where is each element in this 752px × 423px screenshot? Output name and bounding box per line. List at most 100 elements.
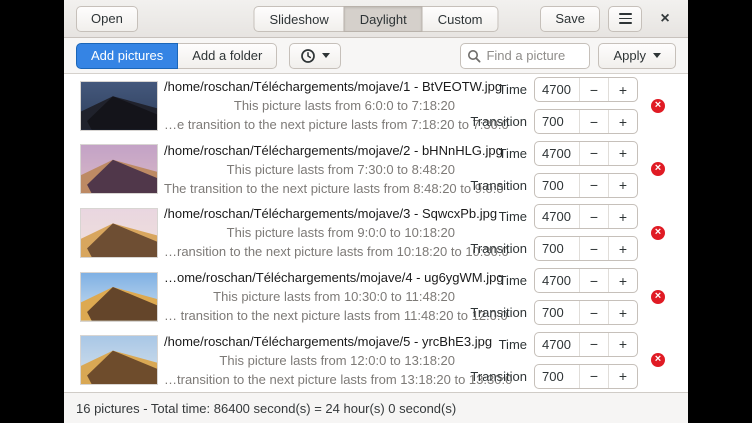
time-spinbutton: 4700 − +	[534, 141, 638, 166]
add-pictures-button[interactable]: Add pictures	[76, 43, 178, 69]
picture-duration-text: This picture lasts from 12:0:0 to 13:18:…	[164, 351, 455, 370]
picture-path: …ome/roschan/Téléchargements/mojave/4 - …	[164, 268, 455, 287]
picture-path: /home/roschan/Téléchargements/mojave/5 -…	[164, 332, 455, 351]
open-button[interactable]: Open	[76, 6, 138, 32]
decrease-button[interactable]: −	[579, 174, 608, 197]
delete-picture-button[interactable]: ×	[651, 290, 665, 304]
picture-path: /home/roschan/Téléchargements/mojave/1 -…	[164, 77, 455, 96]
add-folder-button[interactable]: Add a folder	[178, 43, 277, 69]
picture-duration-text: This picture lasts from 7:30:0 to 8:48:2…	[164, 160, 455, 179]
picture-transition-text: …e transition to the next picture lasts …	[164, 115, 455, 134]
picture-row: /home/roschan/Téléchargements/mojave/2 -…	[64, 138, 688, 202]
time-spinbutton: 4700 − +	[534, 332, 638, 357]
add-buttons-group: Add pictures Add a folder	[76, 43, 277, 69]
picture-list: /home/roschan/Téléchargements/mojave/1 -…	[64, 74, 688, 392]
time-spinbutton: 4700 − +	[534, 268, 638, 293]
header-bar: Open Slideshow Daylight Custom Save ×	[64, 0, 688, 38]
search-icon	[467, 49, 481, 63]
decrease-button[interactable]: −	[579, 110, 608, 133]
delete-picture-button[interactable]: ×	[651, 353, 665, 367]
time-value[interactable]: 4700	[535, 333, 579, 356]
increase-button[interactable]: +	[608, 78, 637, 101]
picture-thumbnail	[80, 208, 158, 258]
delete-picture-button[interactable]: ×	[651, 162, 665, 176]
delete-picture-button[interactable]: ×	[651, 226, 665, 240]
time-value[interactable]: 4700	[535, 269, 579, 292]
transition-label: Transition	[463, 178, 527, 193]
decrease-button[interactable]: −	[579, 333, 608, 356]
app-window: Open Slideshow Daylight Custom Save × Ad…	[64, 0, 688, 423]
decrease-button[interactable]: −	[579, 269, 608, 292]
time-value[interactable]: 4700	[535, 142, 579, 165]
time-label: Time	[463, 273, 527, 288]
tab-custom[interactable]: Custom	[423, 6, 499, 32]
picture-transition-text: The transition to the next picture lasts…	[164, 179, 455, 198]
apply-button[interactable]: Apply	[598, 43, 676, 69]
picture-thumbnail	[80, 272, 158, 322]
transition-spinbutton: 700 − +	[534, 236, 638, 261]
transition-label: Transition	[463, 305, 527, 320]
picture-row: …ome/roschan/Téléchargements/mojave/4 - …	[64, 265, 688, 329]
increase-button[interactable]: +	[608, 174, 637, 197]
time-value[interactable]: 4700	[535, 78, 579, 101]
transition-spinbutton: 700 − +	[534, 109, 638, 134]
status-text: 16 pictures - Total time: 86400 second(s…	[76, 401, 456, 416]
increase-button[interactable]: +	[608, 205, 637, 228]
transition-label: Transition	[463, 369, 527, 384]
picture-thumbnail	[80, 144, 158, 194]
toolbar: Add pictures Add a folder Apply	[64, 38, 688, 74]
transition-value[interactable]: 700	[535, 110, 579, 133]
increase-button[interactable]: +	[608, 333, 637, 356]
time-presets-button[interactable]	[289, 43, 341, 69]
decrease-button[interactable]: −	[579, 301, 608, 324]
decrease-button[interactable]: −	[579, 205, 608, 228]
time-spinbutton: 4700 − +	[534, 204, 638, 229]
picture-duration-text: This picture lasts from 10:30:0 to 11:48…	[164, 287, 455, 306]
picture-transition-text: … transition to the next picture lasts f…	[164, 306, 455, 325]
time-spinbutton: 4700 − +	[534, 77, 638, 102]
transition-value[interactable]: 700	[535, 174, 579, 197]
picture-duration-text: This picture lasts from 6:0:0 to 7:18:20	[164, 96, 455, 115]
decrease-button[interactable]: −	[579, 78, 608, 101]
increase-button[interactable]: +	[608, 269, 637, 292]
increase-button[interactable]: +	[608, 142, 637, 165]
search-input[interactable]	[486, 48, 583, 63]
time-label: Time	[463, 82, 527, 97]
chevron-down-icon	[322, 53, 330, 58]
increase-button[interactable]: +	[608, 237, 637, 260]
status-bar: 16 pictures - Total time: 86400 second(s…	[64, 392, 688, 423]
transition-spinbutton: 700 − +	[534, 173, 638, 198]
picture-transition-text: …ransition to the next picture lasts fro…	[164, 242, 455, 261]
search-box	[460, 43, 590, 69]
picture-row: /home/roschan/Téléchargements/mojave/1 -…	[64, 74, 688, 138]
increase-button[interactable]: +	[608, 110, 637, 133]
transition-value[interactable]: 700	[535, 301, 579, 324]
increase-button[interactable]: +	[608, 301, 637, 324]
mode-switcher: Slideshow Daylight Custom	[253, 6, 498, 32]
delete-picture-button[interactable]: ×	[651, 99, 665, 113]
time-label: Time	[463, 209, 527, 224]
tab-slideshow[interactable]: Slideshow	[253, 6, 343, 32]
hamburger-icon	[619, 13, 632, 15]
hamburger-menu-button[interactable]	[608, 6, 642, 32]
transition-label: Transition	[463, 114, 527, 129]
transition-label: Transition	[463, 241, 527, 256]
time-label: Time	[463, 337, 527, 352]
picture-thumbnail	[80, 335, 158, 385]
picture-thumbnail	[80, 81, 158, 131]
chevron-down-icon	[653, 53, 661, 58]
decrease-button[interactable]: −	[579, 142, 608, 165]
window-close-button[interactable]: ×	[654, 8, 676, 30]
transition-spinbutton: 700 − +	[534, 300, 638, 325]
tab-daylight[interactable]: Daylight	[344, 6, 423, 32]
picture-transition-text: …transition to the next picture lasts fr…	[164, 370, 455, 389]
transition-value[interactable]: 700	[535, 365, 579, 388]
save-button[interactable]: Save	[540, 6, 600, 32]
increase-button[interactable]: +	[608, 365, 637, 388]
decrease-button[interactable]: −	[579, 237, 608, 260]
time-value[interactable]: 4700	[535, 205, 579, 228]
transition-spinbutton: 700 − +	[534, 364, 638, 389]
transition-value[interactable]: 700	[535, 237, 579, 260]
picture-path: /home/roschan/Téléchargements/mojave/2 -…	[164, 141, 455, 160]
decrease-button[interactable]: −	[579, 365, 608, 388]
